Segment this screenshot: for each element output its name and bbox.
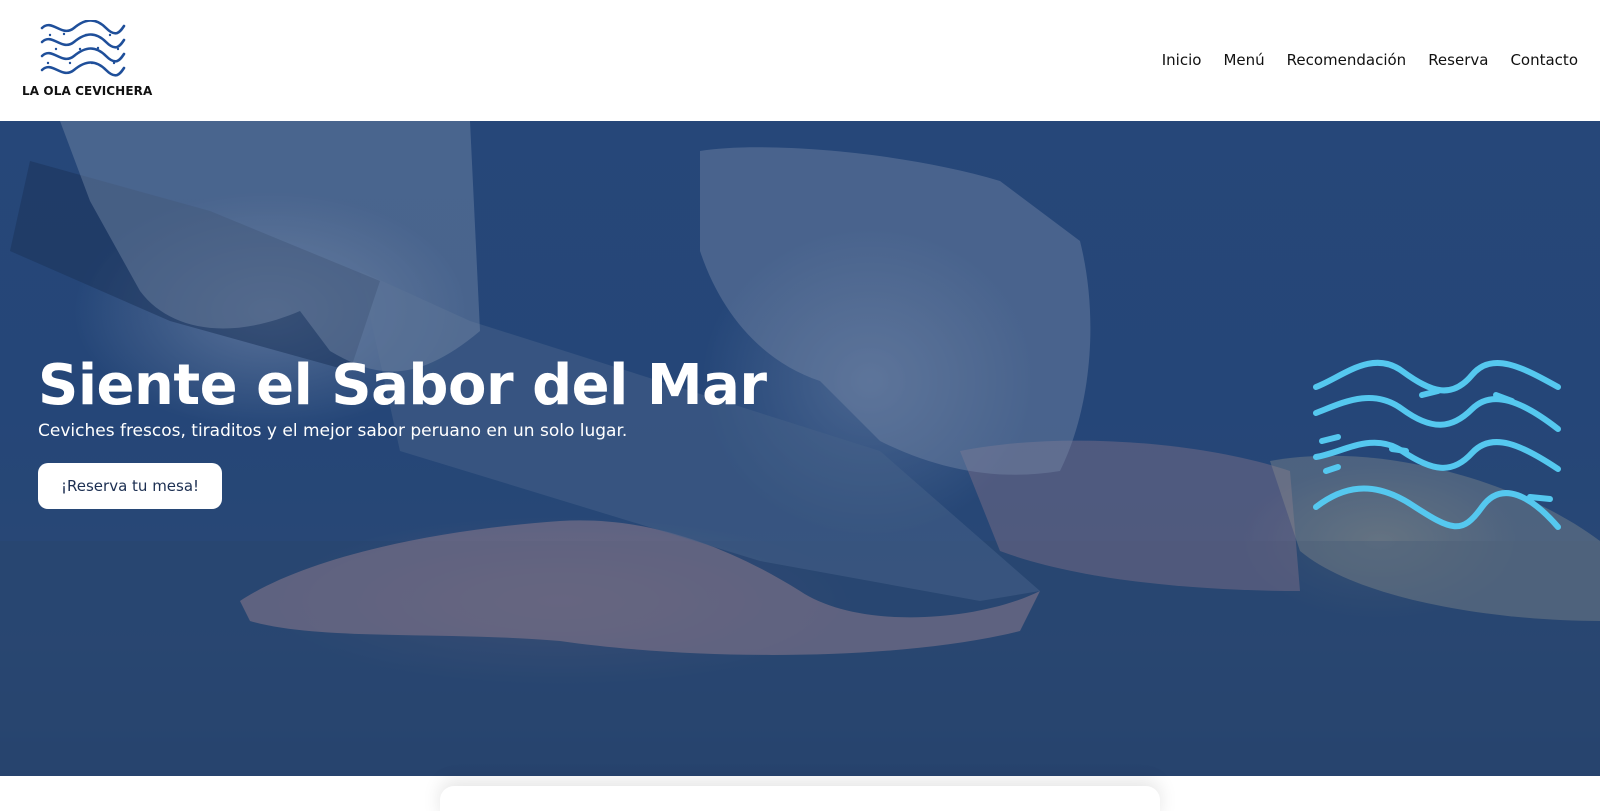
brand-logo[interactable]: LA OLA CEVICHERA <box>22 20 152 100</box>
hero-section: Siente el Sabor del Mar Ceviches frescos… <box>0 121 1600 776</box>
hero-subtitle: Ceviches frescos, tiraditos y el mejor s… <box>38 421 628 441</box>
waves-icon <box>1313 359 1561 530</box>
nav-item-contacto[interactable]: Contacto <box>1510 48 1578 72</box>
nav-item-reserva[interactable]: Reserva <box>1428 48 1488 72</box>
wave-logo-icon <box>40 20 126 77</box>
content-card <box>440 786 1160 811</box>
hero-content: Siente el Sabor del Mar Ceviches frescos… <box>38 353 798 509</box>
main-nav: Inicio Menú Recomendación Reserva Contac… <box>1162 48 1578 72</box>
nav-item-menu[interactable]: Menú <box>1223 48 1264 72</box>
brand-name: LA OLA CEVICHERA <box>22 84 153 98</box>
site-header: LA OLA CEVICHERA Inicio Menú Recomendaci… <box>0 0 1600 121</box>
nav-item-inicio[interactable]: Inicio <box>1162 48 1202 72</box>
reserve-table-button[interactable]: ¡Reserva tu mesa! <box>38 463 223 509</box>
hero-title: Siente el Sabor del Mar <box>38 353 767 418</box>
content-section <box>0 776 1600 811</box>
nav-item-recomendacion[interactable]: Recomendación <box>1287 48 1407 72</box>
